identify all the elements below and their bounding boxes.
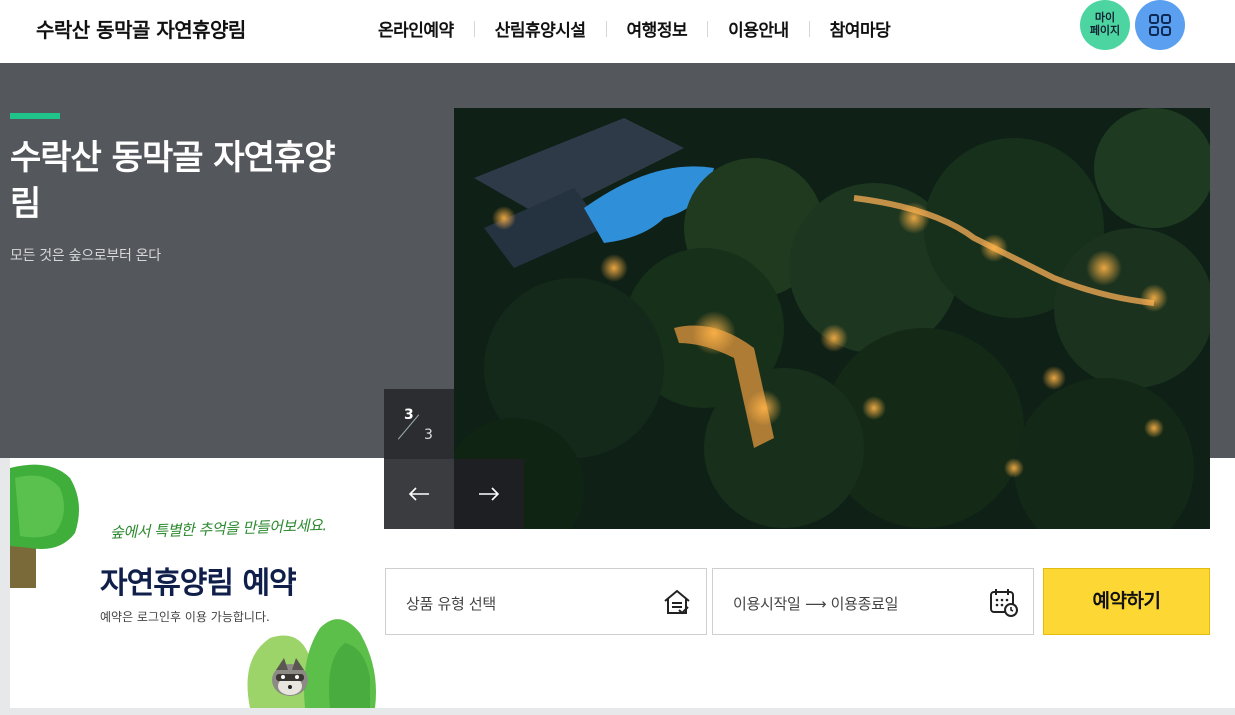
- left-edge-strip: [0, 458, 10, 708]
- night-forest-illustration: [454, 108, 1210, 529]
- slide-pager: 3 3: [384, 389, 454, 459]
- house-list-icon: [664, 589, 690, 615]
- nav-travel-info[interactable]: 여행정보: [607, 16, 708, 41]
- mypage-button[interactable]: 마이 페이지: [1080, 0, 1130, 50]
- hero-accent-bar: [10, 113, 60, 119]
- reservation-note: 예약은 로그인후 이용 가능합니다.: [100, 610, 270, 624]
- nav-online-reservation[interactable]: 온라인예약: [358, 16, 474, 41]
- mypage-label-line1: 마이: [1094, 11, 1116, 24]
- grid-icon: [1149, 14, 1171, 36]
- reservation-title: 자연휴양림 예약: [100, 566, 297, 601]
- hero-title: 수락산 동막골 자연휴양림: [10, 138, 335, 224]
- reserve-button[interactable]: 예약하기: [1043, 568, 1210, 635]
- reservation-panel: 숲에서 특별한 추억을 만들어보세요. 자연휴양림 예약 예약은 로그인후 이용…: [10, 458, 384, 708]
- slide-next-button[interactable]: [454, 459, 524, 529]
- arrow-left-icon: [408, 487, 429, 501]
- site-title[interactable]: 수락산 동막골 자연휴양림: [36, 14, 246, 43]
- nav-usage-guide[interactable]: 이용안내: [708, 16, 809, 41]
- slide-total: 3: [424, 427, 433, 443]
- date-range-placeholder: 이용시작일 ⟶ 이용종료일: [733, 595, 899, 613]
- hero-slide-photo[interactable]: [454, 108, 1210, 529]
- date-range-picker[interactable]: 이용시작일 ⟶ 이용종료일: [712, 568, 1034, 635]
- bottom-divider: [0, 708, 1235, 715]
- slide-prev-button[interactable]: [384, 459, 454, 529]
- hero-subtitle: 모든 것은 숲으로부터 온다: [10, 248, 161, 264]
- product-type-placeholder: 상품 유형 선택: [406, 595, 496, 613]
- product-type-select[interactable]: 상품 유형 선택: [385, 568, 707, 635]
- nav-community[interactable]: 참여마당: [810, 16, 911, 41]
- main-nav: 온라인예약 산림휴양시설 여행정보 이용안내 참여마당: [358, 16, 910, 41]
- arrow-right-icon: [479, 487, 500, 501]
- calendar-clock-icon: [990, 589, 1018, 617]
- mypage-label-line2: 페이지: [1089, 24, 1121, 37]
- nav-forest-facilities[interactable]: 산림휴양시설: [475, 16, 606, 41]
- site-header: 수락산 동막골 자연휴양림 온라인예약 산림휴양시설 여행정보 이용안내 참여마…: [0, 0, 1235, 63]
- all-menu-button[interactable]: [1135, 0, 1185, 50]
